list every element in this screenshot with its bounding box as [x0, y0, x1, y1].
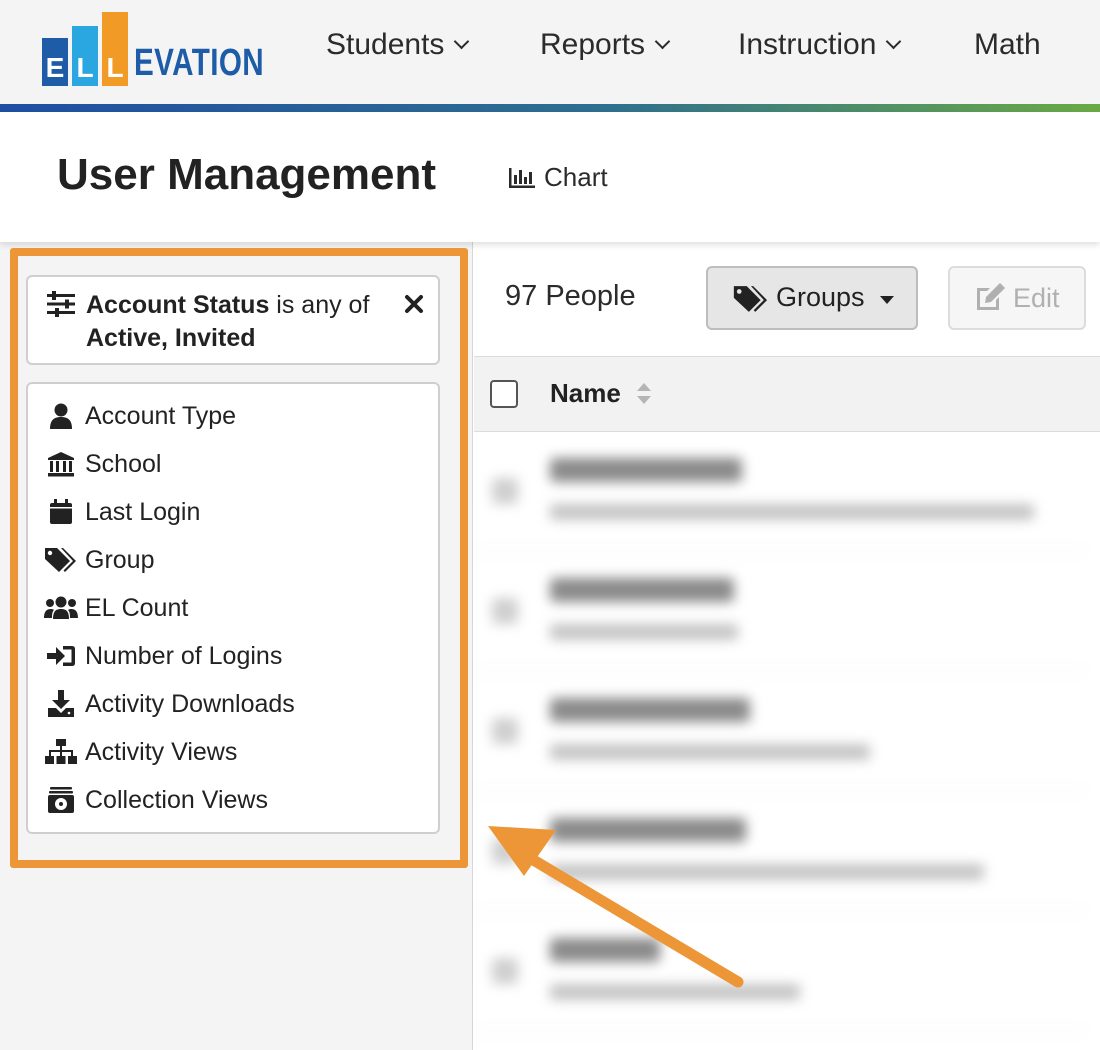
archive-icon [44, 785, 78, 815]
edit-button[interactable]: Edit [948, 266, 1086, 330]
filter-attribute-number-of-logins[interactable]: Number of Logins [28, 636, 438, 676]
nav-math[interactable]: Math [974, 28, 1041, 62]
row-name-redacted [550, 578, 734, 602]
chart-link[interactable]: Chart [508, 162, 608, 193]
users-icon [44, 593, 78, 623]
calendar-icon [44, 497, 78, 527]
table-row[interactable] [474, 912, 1086, 1032]
nav-instruction-label: Instruction [738, 28, 877, 61]
column-header-name[interactable]: Name [550, 378, 621, 409]
sitemap-icon [44, 737, 78, 767]
groups-dropdown-button[interactable]: Groups [706, 266, 918, 330]
filter-attribute-label: Activity Views [85, 737, 238, 766]
close-icon [405, 295, 423, 313]
school-icon [44, 449, 78, 479]
logo-wordmark: EVATION [134, 42, 265, 84]
nav-students-label: Students [326, 28, 445, 61]
row-checkbox[interactable] [492, 958, 518, 984]
row-name-redacted [550, 698, 750, 722]
page-title: User Management [57, 150, 437, 199]
row-name-redacted [550, 458, 742, 482]
brand-gradient-stripe [0, 104, 1100, 112]
filter-operator: is any of [269, 291, 370, 319]
edit-icon [977, 283, 1005, 310]
filter-values: Active, Invited [86, 324, 256, 352]
nav-students[interactable]: Students [326, 28, 470, 62]
filter-attribute-label: Last Login [85, 497, 201, 526]
logo-block-e: E [42, 38, 68, 86]
sliders-icon [47, 291, 75, 317]
sort-icon[interactable] [636, 382, 652, 406]
people-count: 97 People [505, 280, 636, 312]
sign-in-icon [44, 641, 78, 671]
table-row[interactable] [474, 792, 1086, 912]
download-icon [44, 689, 78, 719]
row-email-redacted [550, 984, 800, 1000]
nav-reports[interactable]: Reports [540, 28, 671, 62]
logo-block-l2: L [102, 12, 128, 86]
chevron-down-icon [654, 33, 671, 49]
tags-icon [44, 545, 78, 575]
filter-attribute-last-login[interactable]: Last Login [28, 492, 438, 532]
filter-attribute-label: Group [85, 545, 155, 574]
active-filter-card[interactable]: Account Status is any of Active, Invited [26, 275, 440, 365]
row-email-redacted [550, 624, 738, 640]
groups-button-label: Groups [776, 282, 865, 312]
nav-math-label: Math [974, 28, 1041, 61]
caret-down-icon [880, 296, 894, 304]
nav-reports-label: Reports [540, 28, 646, 61]
bar-chart-icon [509, 167, 535, 188]
filter-attribute-group[interactable]: Group [28, 540, 438, 580]
logo-block-l1: L [72, 26, 98, 86]
filter-attribute-collection-views[interactable]: Collection Views [28, 780, 438, 820]
filter-field: Account Status [86, 291, 270, 319]
filter-attribute-label: Account Type [85, 401, 237, 430]
remove-filter-button[interactable] [404, 289, 424, 321]
select-all-checkbox[interactable] [490, 380, 518, 408]
filter-attribute-el-count[interactable]: EL Count [28, 588, 438, 628]
filter-attribute-list: Account Type School Last Login Group EL … [26, 382, 440, 834]
row-email-redacted [550, 744, 870, 760]
edit-button-label: Edit [1013, 283, 1060, 313]
row-checkbox[interactable] [492, 718, 518, 744]
row-name-redacted [550, 818, 746, 842]
filter-attribute-label: EL Count [85, 593, 189, 622]
chevron-down-icon [454, 33, 470, 49]
filter-attribute-label: Activity Downloads [85, 689, 295, 718]
filter-attribute-activity-downloads[interactable]: Activity Downloads [28, 684, 438, 724]
row-email-redacted [550, 864, 984, 880]
chart-link-label: Chart [544, 162, 608, 192]
filter-attribute-label: Number of Logins [85, 641, 283, 670]
chevron-down-icon [886, 33, 902, 49]
filter-attribute-label: School [85, 449, 162, 478]
filter-attribute-account-type[interactable]: Account Type [28, 396, 438, 436]
tags-icon [733, 286, 768, 312]
row-email-redacted [550, 504, 1034, 520]
nav-instruction[interactable]: Instruction [738, 28, 902, 62]
row-checkbox[interactable] [492, 478, 518, 504]
filter-attribute-activity-views[interactable]: Activity Views [28, 732, 438, 772]
ellevation-logo[interactable]: E L L EVATION [42, 12, 264, 87]
table-row[interactable] [474, 432, 1086, 552]
row-checkbox[interactable] [492, 598, 518, 624]
table-row[interactable] [474, 552, 1086, 672]
page-header: User Management Chart [0, 112, 1100, 242]
row-checkbox[interactable] [492, 838, 518, 864]
active-filter-text: Account Status is any of Active, Invited [86, 289, 396, 355]
top-navigation: E L L EVATION Students Reports Instructi… [0, 0, 1100, 112]
user-icon [44, 401, 78, 431]
row-name-redacted [550, 938, 660, 962]
filter-attribute-school[interactable]: School [28, 444, 438, 484]
table-row[interactable] [474, 672, 1086, 792]
filter-attribute-label: Collection Views [85, 785, 268, 814]
